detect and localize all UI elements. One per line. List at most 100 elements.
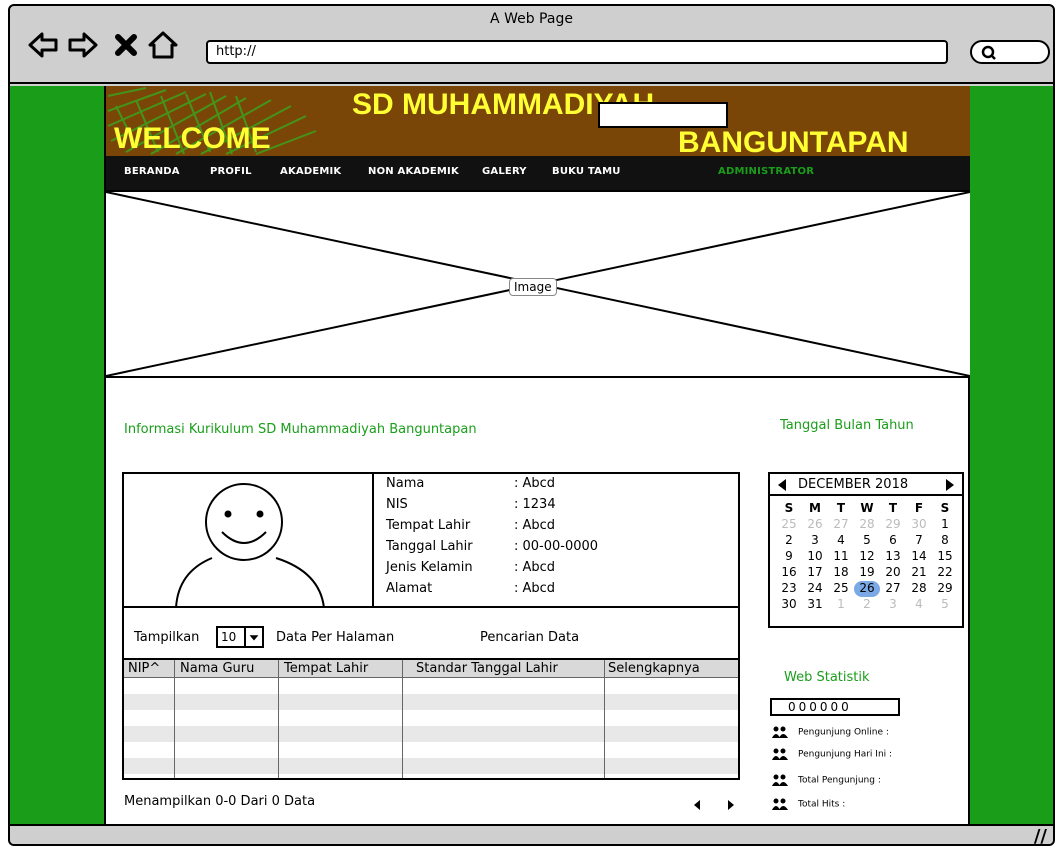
calendar-day[interactable]: 10: [802, 549, 828, 565]
calendar-day[interactable]: 12: [854, 549, 880, 565]
web-page: SD MUHAMMADIYAH WELCOME BANGUNTAPAN BERA…: [104, 86, 970, 824]
calendar-day[interactable]: 11: [828, 549, 854, 565]
student-profile-card: Nama: Abcd NIS: 1234 Tempat Lahir: Abcd …: [122, 472, 740, 609]
table-header-row: NIP^ Nama Guru Tempat Lahir Standar Tang…: [124, 660, 738, 678]
calendar-day[interactable]: 26: [802, 517, 828, 533]
visitor-counter: 000000: [770, 698, 900, 716]
calendar-day[interactable]: 29: [932, 581, 958, 597]
users-icon: [772, 798, 788, 810]
column-header-nip[interactable]: NIP^: [128, 661, 160, 676]
calendar-day[interactable]: 21: [906, 565, 932, 581]
previous-page-icon[interactable]: [694, 800, 700, 810]
calendar-day[interactable]: 27: [880, 581, 906, 597]
menu-item-buku-tamu[interactable]: BUKU TAMU: [552, 166, 621, 177]
calendar-day[interactable]: 18: [828, 565, 854, 581]
calendar-day[interactable]: 25: [828, 581, 854, 597]
menu-item-administrator[interactable]: ADMINISTRATOR: [718, 166, 814, 177]
back-icon[interactable]: [26, 28, 60, 62]
table-row: [124, 694, 738, 710]
column-header-tempat-lahir[interactable]: Tempat Lahir: [284, 661, 368, 676]
browser-statusbar: //: [10, 824, 1053, 844]
home-icon[interactable]: [146, 28, 180, 62]
menu-item-akademik[interactable]: AKADEMIK: [280, 166, 341, 177]
weekday-label: S: [940, 501, 950, 515]
users-icon: [772, 774, 788, 786]
calendar-day[interactable]: 28: [854, 517, 880, 533]
calendar-day[interactable]: 17: [802, 565, 828, 581]
calendar-day[interactable]: 30: [906, 517, 932, 533]
calendar-week-row: 30 31 1 2 3 4 5: [776, 597, 960, 613]
calendar-day[interactable]: 23: [776, 581, 802, 597]
page-size-value: 10: [221, 630, 237, 644]
search-input[interactable]: [598, 102, 728, 128]
column-divider: [278, 660, 279, 778]
calendar-day[interactable]: 19: [854, 565, 880, 581]
calendar-week-row: 25 26 27 28 29 30 1: [776, 517, 960, 533]
next-page-icon[interactable]: [728, 800, 734, 810]
table-row: [124, 726, 738, 742]
calendar-week-row: 23 24 25 26 27 28 29: [776, 581, 960, 597]
banner-image-placeholder: Image: [106, 190, 970, 378]
student-photo: [124, 474, 374, 609]
calendar-day[interactable]: 5: [932, 597, 958, 613]
calendar-day[interactable]: 6: [880, 533, 906, 549]
per-page-label: Data Per Halaman: [276, 630, 395, 645]
previous-month-icon[interactable]: [778, 479, 786, 491]
browser-window: A Web Page http:// SD MUHAMMADIYAH WELCO…: [8, 4, 1055, 846]
close-icon[interactable]: [110, 28, 144, 62]
teacher-table: NIP^ Nama Guru Tempat Lahir Standar Tang…: [122, 658, 740, 780]
calendar-day[interactable]: 5: [854, 533, 880, 549]
calendar-day[interactable]: 2: [776, 533, 802, 549]
calendar-day[interactable]: 31: [802, 597, 828, 613]
calendar-day[interactable]: 7: [906, 533, 932, 549]
weekday-label: F: [914, 501, 924, 515]
stat-total-visitors-label: Total Pengunjung :: [798, 775, 881, 786]
calendar-day[interactable]: 30: [776, 597, 802, 613]
calendar-day[interactable]: 3: [802, 533, 828, 549]
column-header-nama-guru[interactable]: Nama Guru: [180, 661, 254, 676]
menu-item-galery[interactable]: GALERY: [482, 166, 527, 177]
calendar-day[interactable]: 2: [854, 597, 880, 613]
calendar-day[interactable]: 4: [828, 533, 854, 549]
resize-grip-icon[interactable]: //: [1034, 826, 1047, 844]
menu-item-non-akademik[interactable]: NON AKADEMIK: [368, 166, 459, 177]
calendar-day[interactable]: 22: [932, 565, 958, 581]
page-size-select[interactable]: 10: [216, 626, 264, 648]
calendar-day[interactable]: 29: [880, 517, 906, 533]
browser-search[interactable]: [970, 40, 1050, 64]
calendar-day[interactable]: 8: [932, 533, 958, 549]
calendar-day[interactable]: 3: [880, 597, 906, 613]
calendar-day[interactable]: 14: [906, 549, 932, 565]
calendar-day[interactable]: 28: [906, 581, 932, 597]
calendar-day[interactable]: 9: [776, 549, 802, 565]
calendar-day[interactable]: 1: [932, 517, 958, 533]
weekday-label: S: [784, 501, 794, 515]
calendar-day[interactable]: 13: [880, 549, 906, 565]
stat-total-hits: Total Hits :: [772, 798, 845, 810]
stat-total-hits-label: Total Hits :: [798, 799, 846, 810]
calendar-day[interactable]: 1: [828, 597, 854, 613]
menu-item-beranda[interactable]: BERANDA: [124, 166, 180, 177]
next-month-icon[interactable]: [946, 479, 954, 491]
banner-label: Image: [509, 278, 557, 296]
stat-online-label: Pengunjung Online :: [798, 727, 889, 738]
calendar-day[interactable]: 16: [776, 565, 802, 581]
weekday-label: W: [860, 501, 874, 515]
curriculum-title: Informasi Kurikulum SD Muhammadiyah Bang…: [124, 422, 477, 437]
calendar-day[interactable]: 15: [932, 549, 958, 565]
calendar-day[interactable]: 27: [828, 517, 854, 533]
weekday-label: T: [836, 501, 846, 515]
address-bar[interactable]: http://: [206, 40, 948, 64]
column-header-selengkapnya[interactable]: Selengkapnya: [608, 661, 700, 676]
column-divider: [402, 660, 403, 778]
column-header-tanggal-lahir[interactable]: Standar Tanggal Lahir: [416, 661, 558, 676]
calendar-day[interactable]: 4: [906, 597, 932, 613]
avatar-icon: [175, 483, 325, 609]
calendar-day[interactable]: 24: [802, 581, 828, 597]
calendar-day[interactable]: 26: [854, 581, 880, 597]
menu-item-profil[interactable]: PROFIL: [210, 166, 252, 177]
forward-icon[interactable]: [66, 28, 100, 62]
calendar-week-row: 16 17 18 19 20 21 22: [776, 565, 960, 581]
calendar-day[interactable]: 25: [776, 517, 802, 533]
calendar-day[interactable]: 20: [880, 565, 906, 581]
